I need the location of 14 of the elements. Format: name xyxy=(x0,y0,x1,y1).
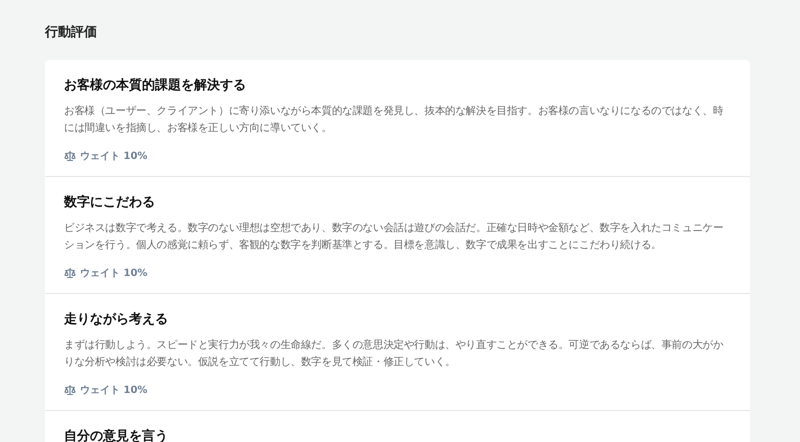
behavior-title: 数字にこだわる xyxy=(64,194,156,212)
section-heading: 行動評価 xyxy=(45,24,98,42)
behavior-description: ビジネスは数字で考える。数字のない理想は空想であり、数字のない会話は遊びの会話だ。正確な日時や金額など、数字を入れたコミュニケーションを行う。個人の感覚に頼らず、客観的な数字を判断基準とする。目標を意識し、数字で成果を出すことにこだわり続ける。 xyxy=(64,220,724,252)
weight-label: ウェイト 10% xyxy=(80,150,148,164)
behavior-title: お客様の本質的課題を解決する xyxy=(64,76,247,94)
weight-label: ウェイト 10% xyxy=(80,266,148,280)
behavior-description: まずは行動しよう。スピードと実行力が我々の生命線だ。多くの意思決定や行動は、やり直すことができる。可逆であるならば、事前の大がかりな分析や検討は必要ない。仮説を立てて行動し、数字を見て検証・修正していく。 xyxy=(64,338,724,370)
scale-icon xyxy=(64,267,76,279)
scale-icon xyxy=(64,384,76,396)
weight-label: ウェイト 10% xyxy=(80,384,148,398)
behavior-description: お客様（ユーザー、クライアント）に寄り添いながら本質的な課題を発見し、抜本的な解決を目指す。お客様の言いなりになるのではなく、時には間違いを指摘し、お客様を正しい方向に導いていく。 xyxy=(64,104,724,136)
behavior-title: 自分の意見を言う xyxy=(64,428,169,442)
scale-icon xyxy=(64,150,76,162)
behavior-title: 走りながら考える xyxy=(64,310,169,328)
